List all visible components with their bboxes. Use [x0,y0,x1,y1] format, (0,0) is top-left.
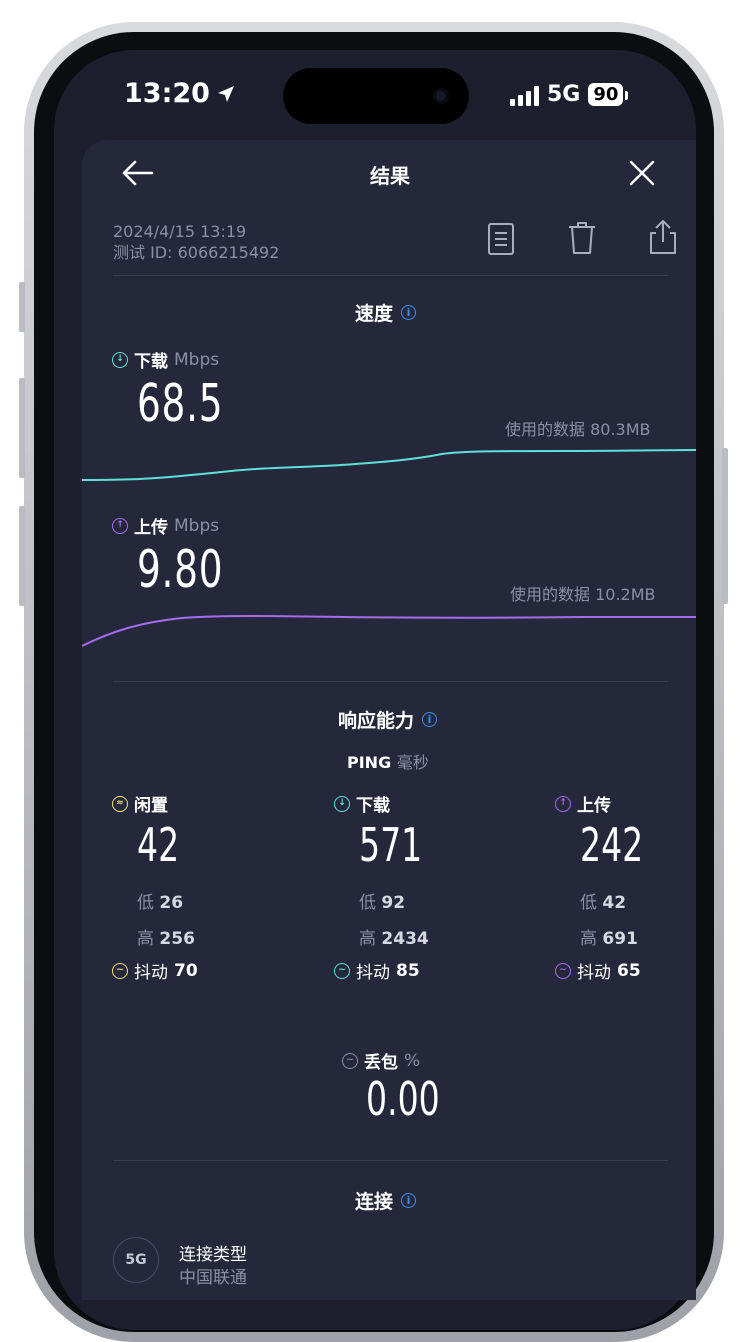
status-icons: 5G 90 [510,82,629,107]
jitter-icon: ~ [112,962,128,979]
test-id: 测试 ID: 6066215492 [113,243,280,262]
network-type: 5G [547,82,581,107]
power-button [722,448,728,604]
jitter-icon: ~ [334,962,350,979]
action-button [19,282,25,332]
document-icon[interactable] [487,222,515,256]
ping-idle-value: 42 [137,818,180,872]
ping-download-low: 92 [381,893,406,913]
test-meta: 2024/4/15 13:19 测试 ID: 6066215492 [113,221,279,263]
connection-type-icon: 5G [113,1237,159,1283]
responsiveness-section-title: 响应能力 i [338,706,438,733]
ping-download-high: 2434 [381,929,429,949]
packet-loss-label: ~ 丢包 % [342,1048,420,1073]
upload-speed-graph [82,615,696,647]
ping-upload-low: 42 [602,893,627,913]
battery-icon: 90 [588,83,629,106]
upload-arrow-icon: ↑ [555,795,571,812]
ping-download-value: 571 [359,818,423,872]
ping-label: PING 毫秒 [347,753,429,772]
status-time: 13:20 [124,78,236,109]
info-icon[interactable]: i [422,712,438,727]
clock-text: 13:20 [124,78,210,109]
divider [113,275,668,276]
upload-data-used: 使用的数据 10.2MB [510,585,656,604]
ping-idle-jitter: 70 [174,960,198,981]
ping-upload-high: 691 [602,929,638,949]
close-icon[interactable] [627,158,657,188]
connection-section-title: 连接 i [355,1187,417,1214]
packet-loss-icon: ~ [342,1052,358,1069]
trash-icon[interactable] [566,220,598,256]
download-arrow-icon: ↓ [112,351,128,368]
info-icon[interactable]: i [401,305,417,320]
divider [113,681,668,682]
ping-upload-jitter: 65 [617,960,641,981]
download-speed-graph [82,449,696,481]
idle-icon: ≈ [112,795,128,812]
back-arrow-icon[interactable] [121,157,155,189]
front-camera [433,88,449,104]
volume-down-button [19,506,25,606]
upload-arrow-icon: ↑ [112,517,128,534]
page-title: 结果 [370,164,410,188]
download-speed-value: 68.5 [137,374,224,434]
ping-download-column: ↓ 下载 571 低 92 高 2434 ~ 抖动 85 [334,791,447,983]
ping-download-jitter: 85 [396,960,420,981]
speed-section-title: 速度 i [355,299,417,326]
info-icon[interactable]: i [401,1193,417,1208]
packet-loss-value: 0.00 [366,1072,440,1126]
connection-type-label: 连接类型 [179,1245,247,1265]
location-arrow-icon [217,85,234,102]
ping-upload-value: 242 [580,818,644,872]
carrier-name: 中国联通 [179,1268,247,1288]
upload-label: ↑ 上传 Mbps [112,513,219,538]
upload-speed-value: 9.80 [137,540,224,600]
signal-icon [510,84,539,106]
download-data-used: 使用的数据 80.3MB [505,420,651,439]
ping-idle-low: 26 [159,893,184,913]
divider [113,1160,668,1161]
jitter-icon: ~ [555,962,571,979]
volume-up-button [19,378,25,478]
ping-idle-high: 256 [159,929,195,949]
test-datetime: 2024/4/15 13:19 [113,222,247,241]
ping-upload-column: ↑ 上传 242 低 42 高 691 ~ 抖动 65 [555,791,668,983]
dynamic-island [283,68,469,124]
download-arrow-icon: ↓ [334,795,350,812]
ping-idle-column: ≈ 闲置 42 低 26 高 256 ~ 抖动 70 [112,791,198,983]
download-label: ↓ 下载 Mbps [112,347,219,372]
share-icon[interactable] [648,218,678,256]
